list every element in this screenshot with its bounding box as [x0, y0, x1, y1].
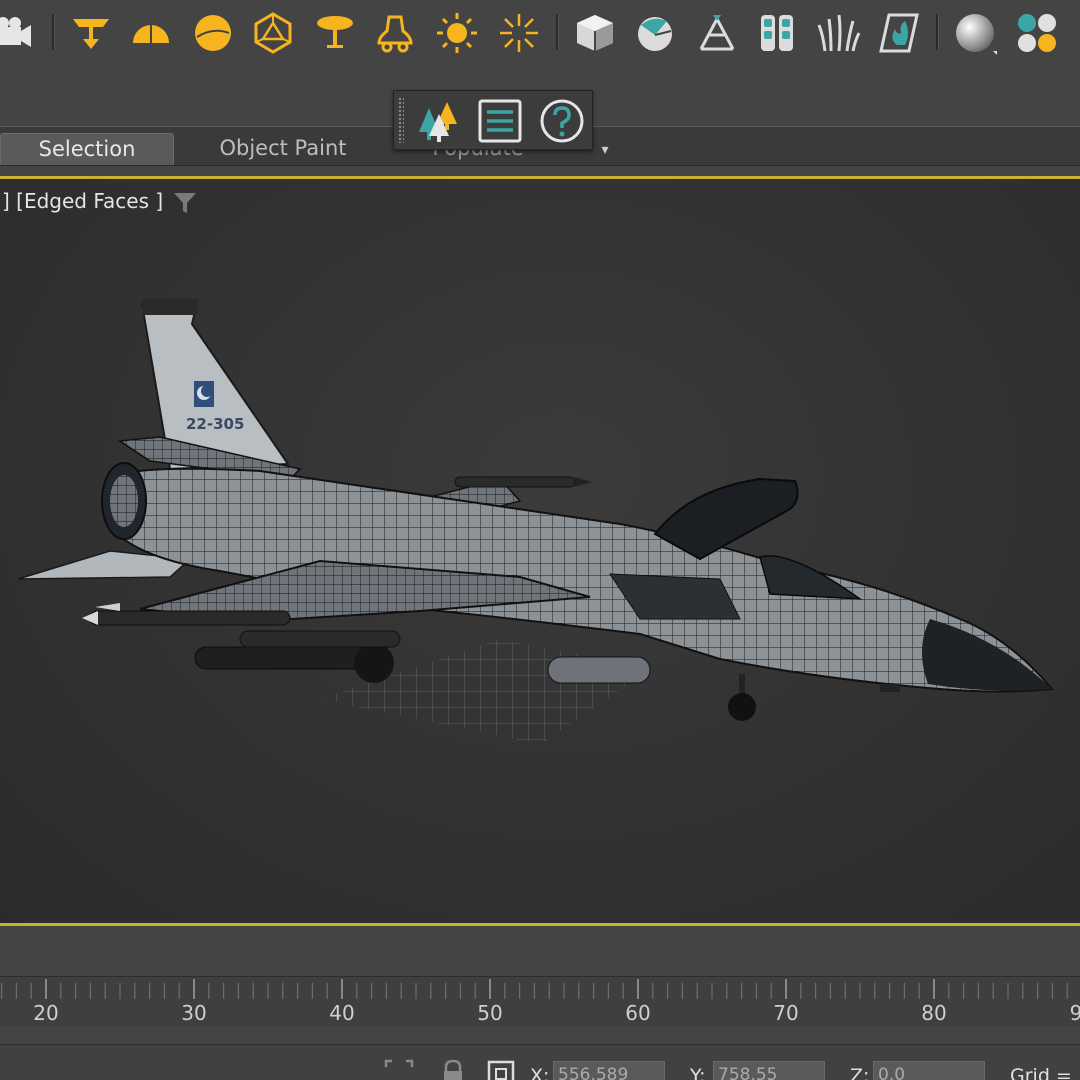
- spotlight-icon[interactable]: [66, 8, 116, 58]
- material-sphere-icon[interactable]: [950, 8, 1000, 58]
- sphere-clip-icon[interactable]: [630, 8, 680, 58]
- y-coord-field[interactable]: 758.55: [713, 1061, 825, 1080]
- viewport-label[interactable]: ] [Edged Faces ]: [2, 189, 163, 213]
- absolute-mode-icon[interactable]: [486, 1059, 516, 1080]
- timeline-tick-label: 20: [33, 1001, 59, 1025]
- tab-selection[interactable]: Selection: [0, 133, 174, 165]
- toolbar-separator: [936, 14, 939, 50]
- material-editor-icon[interactable]: [1012, 8, 1062, 58]
- x-coord-field[interactable]: 556.589: [553, 1061, 665, 1080]
- toolbar-separator: [556, 14, 559, 50]
- grass-icon[interactable]: [814, 8, 864, 58]
- z-coord-label: Z:: [850, 1065, 870, 1080]
- populate-trees-icon[interactable]: [414, 97, 462, 145]
- timeline-tick-label: 60: [625, 1001, 651, 1025]
- selection-lock-icon[interactable]: [438, 1059, 468, 1080]
- geosphere-icon[interactable]: [248, 8, 298, 58]
- z-coord-field[interactable]: 0.0: [873, 1061, 985, 1080]
- perspective-viewport[interactable]: 22-305] [Edged Faces]: [0, 176, 1080, 926]
- sky-light-icon[interactable]: [494, 8, 544, 58]
- timeline-tick-label: 40: [329, 1001, 355, 1025]
- time-slider-area[interactable]: [0, 929, 1080, 976]
- fire-effect-icon[interactable]: [874, 8, 924, 58]
- toolbar-separator: [52, 14, 55, 50]
- status-bar: X: 556.589 Y: 758.55 Z: 0.0 Grid =: [0, 1044, 1080, 1080]
- list-menu-icon[interactable]: [476, 97, 524, 145]
- tab-object-paint[interactable]: Object Paint: [190, 133, 376, 165]
- tail-number: 22-305: [186, 415, 244, 433]
- filter-icon[interactable]: [172, 191, 198, 215]
- timeline-tick-label: 70: [773, 1001, 799, 1025]
- drag-handle[interactable]: [398, 97, 404, 143]
- timeline-tick-label: 30: [181, 1001, 207, 1025]
- sphere-light-icon[interactable]: [188, 8, 238, 58]
- viewport-scene: 22-305: [17, 299, 1054, 744]
- box-cube-icon[interactable]: [570, 8, 620, 58]
- umbrella-light-icon[interactable]: [310, 8, 360, 58]
- dome-light-icon[interactable]: [126, 8, 176, 58]
- tripod-helper-icon[interactable]: [692, 8, 742, 58]
- bell-light-icon[interactable]: [370, 8, 420, 58]
- timeline-ruler[interactable]: 20 30 40 50 60 70 80 9: [0, 976, 1080, 1026]
- floating-toolbar: [393, 90, 593, 150]
- sun-light-icon[interactable]: [432, 8, 482, 58]
- y-coord-label: Y:: [690, 1065, 706, 1080]
- help-icon[interactable]: [538, 97, 586, 145]
- video-camera-icon[interactable]: [0, 8, 38, 58]
- foliage-panels-icon[interactable]: [752, 8, 802, 58]
- timeline-tick-label: 50: [477, 1001, 503, 1025]
- timeline-ticks: [0, 979, 1068, 999]
- main-toolbar: [0, 0, 1080, 68]
- timeline-tick-label: 80: [921, 1001, 947, 1025]
- x-coord-label: X:: [530, 1065, 550, 1080]
- grid-size-readout: Grid =: [1010, 1065, 1072, 1080]
- selection-frame-icon[interactable]: [384, 1059, 414, 1080]
- timeline-tick-label: 9: [1069, 1001, 1080, 1025]
